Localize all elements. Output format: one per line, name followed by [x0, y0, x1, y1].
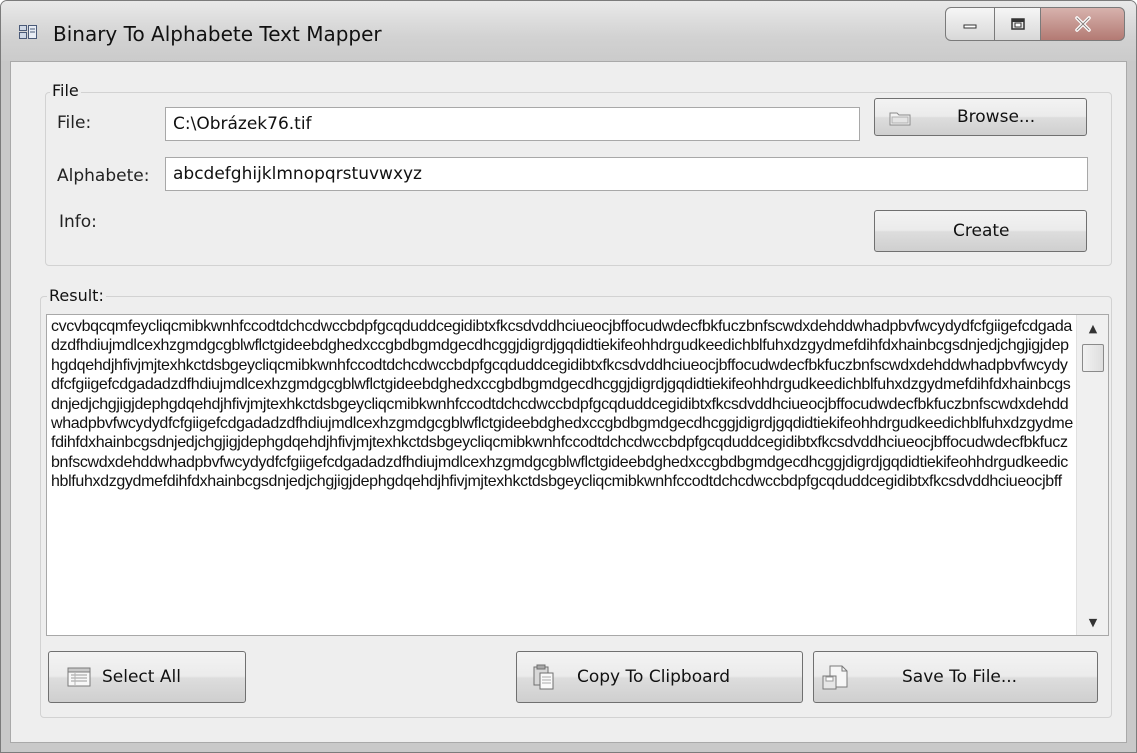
save-to-file-label: Save To File...	[902, 667, 1018, 687]
create-button-label: Create	[953, 221, 1010, 241]
maximize-button[interactable]	[995, 7, 1041, 41]
client-area: File File: C:\Obrázek76.tif Browse... Al…	[10, 61, 1127, 743]
minimize-button[interactable]	[945, 7, 995, 41]
arrow-down-icon: ▼	[1088, 615, 1098, 629]
result-textbox[interactable]: cvcvbqcqmfeycliqcmibkwnhfccodtdchcdwccbd…	[46, 314, 1109, 636]
copy-to-clipboard-label: Copy To Clipboard	[577, 667, 731, 687]
browse-button[interactable]: Browse...	[874, 98, 1087, 136]
alphabete-label: Alphabete:	[57, 166, 150, 186]
app-icon	[19, 25, 37, 39]
maximize-icon	[1010, 18, 1025, 30]
minimize-icon	[963, 24, 977, 29]
window-title: Binary To Alphabete Text Mapper	[53, 22, 382, 46]
alphabete-input[interactable]: abcdefghijklmnopqrstuvwxyz	[165, 157, 1088, 191]
result-scrollbar[interactable]: ▲ ▼	[1076, 315, 1108, 635]
folder-icon	[889, 112, 911, 126]
app-window: Binary To Alphabete Text Mapper File Fil	[0, 0, 1137, 753]
save-to-file-button[interactable]: Save To File...	[813, 651, 1098, 703]
result-text: cvcvbqcqmfeycliqcmibkwnhfccodtdchcdwccbd…	[51, 318, 1073, 491]
clipboard-icon	[533, 664, 554, 690]
result-group-legend: Result:	[47, 286, 106, 305]
close-icon	[1074, 16, 1091, 32]
close-button[interactable]	[1041, 7, 1125, 41]
copy-to-clipboard-button[interactable]: Copy To Clipboard	[516, 651, 803, 703]
scroll-down-button[interactable]: ▼	[1077, 609, 1108, 635]
file-path-input[interactable]: C:\Obrázek76.tif	[165, 107, 860, 141]
select-all-button[interactable]: Select All	[48, 651, 246, 703]
file-group-legend: File	[50, 81, 81, 100]
file-label: File:	[57, 113, 92, 133]
title-bar[interactable]: Binary To Alphabete Text Mapper	[1, 1, 1136, 61]
scroll-thumb[interactable]	[1082, 344, 1104, 372]
save-file-icon	[822, 665, 848, 690]
browse-button-label: Browse...	[957, 107, 1036, 127]
arrow-up-icon: ▲	[1088, 321, 1098, 335]
create-button[interactable]: Create	[874, 210, 1087, 252]
scroll-up-button[interactable]: ▲	[1077, 315, 1108, 341]
info-label: Info:	[59, 212, 97, 232]
select-all-label: Select All	[102, 667, 181, 687]
select-all-icon	[67, 667, 91, 687]
